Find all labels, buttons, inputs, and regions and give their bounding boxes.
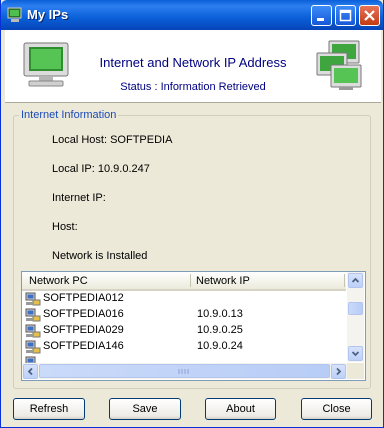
network-status-label: Network is Installed	[52, 250, 148, 262]
column-divider[interactable]	[190, 274, 191, 287]
table-row[interactable]: SOFTPEDIA016 10.9.0.13	[22, 307, 346, 323]
save-button[interactable]: Save	[109, 398, 181, 420]
title-bar[interactable]: My IPs	[1, 0, 383, 30]
local-ip-label: Local IP: 10.9.0.247	[52, 163, 150, 175]
table-row[interactable]: SOFTPEDIA146 10.9.0.24	[22, 339, 346, 355]
minimize-icon	[317, 18, 324, 21]
row-ip: 10.9.0.13	[197, 308, 243, 320]
computer-icon	[25, 308, 41, 322]
list-header: Network PC Network IP	[22, 272, 346, 291]
grip-icon	[178, 369, 189, 374]
internet-ip-label: Internet IP:	[52, 192, 106, 204]
network-computers-icon	[316, 40, 362, 90]
scroll-right-button[interactable]	[331, 364, 346, 379]
computer-icon	[25, 324, 41, 338]
maximize-icon	[339, 9, 352, 22]
vertical-scroll-thumb[interactable]	[348, 302, 363, 315]
main-window: My IPs Internet and Network IP Address S…	[0, 0, 384, 428]
computer-icon	[25, 292, 41, 306]
chevron-down-icon	[351, 351, 360, 357]
minimize-button[interactable]	[311, 5, 332, 26]
row-pc-name: SOFTPEDIA146	[43, 340, 124, 352]
scroll-down-button[interactable]	[348, 346, 363, 361]
group-label: Internet Information	[19, 109, 119, 121]
row-pc-name: SOFTPEDIA012	[43, 292, 124, 304]
row-pc-name: SOFTPEDIA029	[43, 324, 124, 336]
app-icon	[7, 7, 22, 22]
chevron-right-icon	[336, 367, 342, 376]
column-divider[interactable]	[344, 274, 345, 287]
local-host-label: Local Host: SOFTPEDIA	[52, 134, 173, 146]
header-panel: Internet and Network IP Address Status :…	[5, 30, 381, 103]
chevron-up-icon	[351, 277, 360, 283]
row-pc-name: SOFTPEDIA016	[43, 308, 124, 320]
chevron-left-icon	[27, 367, 33, 376]
vertical-scrollbar[interactable]	[347, 272, 364, 362]
about-button[interactable]: About	[205, 398, 276, 420]
window-title: My IPs	[27, 7, 69, 22]
scroll-up-button[interactable]	[348, 273, 363, 288]
close-button[interactable]: Close	[301, 398, 372, 420]
host-label: Host:	[52, 221, 78, 233]
maximize-button[interactable]	[335, 5, 356, 26]
row-ip: 10.9.0.24	[197, 340, 243, 352]
scrollbar-corner	[347, 363, 364, 379]
close-window-button[interactable]	[359, 5, 380, 26]
network-pc-list[interactable]: Network PC Network IP SOFTPEDIA012 SOFTP…	[21, 271, 366, 381]
table-row[interactable]: SOFTPEDIA029 10.9.0.25	[22, 323, 346, 339]
column-network-ip[interactable]: Network IP	[196, 275, 250, 287]
close-icon	[364, 10, 375, 21]
refresh-button[interactable]: Refresh	[13, 398, 85, 420]
row-ip: 10.9.0.25	[197, 324, 243, 336]
column-network-pc[interactable]: Network PC	[29, 275, 88, 287]
horizontal-scroll-thumb[interactable]	[39, 364, 330, 378]
scroll-left-button[interactable]	[23, 364, 38, 379]
computer-icon	[25, 340, 41, 354]
table-row[interactable]: SOFTPEDIA012	[22, 291, 346, 307]
horizontal-scrollbar[interactable]	[22, 363, 347, 379]
